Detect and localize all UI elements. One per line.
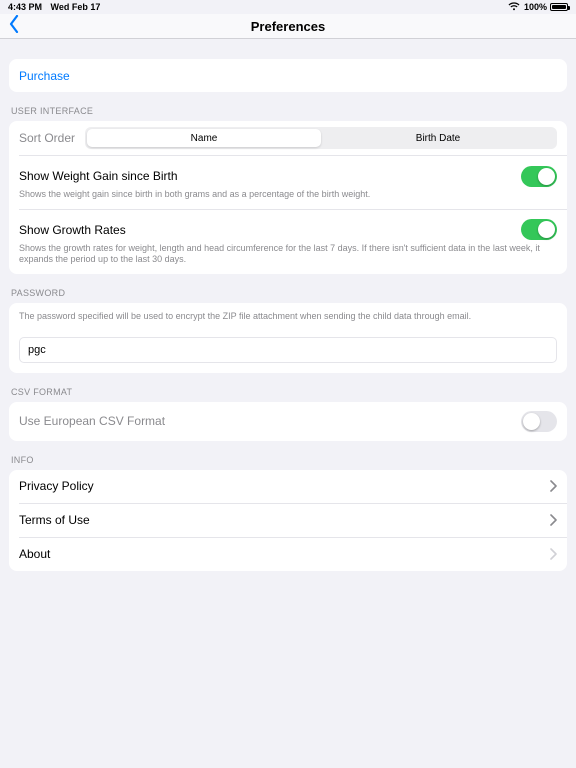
purchase-row[interactable]: Purchase [9, 59, 567, 92]
battery-icon [550, 3, 568, 11]
growth-rates-desc: Shows the growth rates for weight, lengt… [9, 243, 567, 274]
about-label: About [19, 547, 550, 561]
segment-name-label: Name [191, 133, 218, 144]
section-header-info: INFO [9, 441, 567, 470]
status-right: 100% [508, 2, 568, 13]
segment-birth-date[interactable]: Birth Date [321, 129, 555, 147]
terms-of-use-label: Terms of Use [19, 513, 550, 527]
chevron-right-icon [550, 514, 557, 526]
csv-row: Use European CSV Format [9, 402, 567, 441]
password-card: The password specified will be used to e… [9, 303, 567, 373]
chevron-right-icon [550, 548, 557, 560]
csv-card: Use European CSV Format [9, 402, 567, 441]
section-header-user-interface: USER INTERFACE [9, 92, 567, 121]
growth-rates-label: Show Growth Rates [19, 223, 521, 237]
chevron-right-icon [550, 480, 557, 492]
weight-gain-toggle[interactable] [521, 166, 557, 187]
sort-order-segmented[interactable]: Name Birth Date [85, 127, 557, 149]
sort-order-row: Sort Order Name Birth Date [9, 121, 567, 155]
about-row[interactable]: About [9, 538, 567, 571]
growth-rates-toggle[interactable] [521, 219, 557, 240]
weight-gain-desc: Shows the weight gain since birth in bot… [9, 189, 567, 209]
csv-toggle[interactable] [521, 411, 557, 432]
user-interface-card: Sort Order Name Birth Date Show Weight G… [9, 121, 567, 274]
section-header-password: PASSWORD [9, 274, 567, 303]
terms-of-use-row[interactable]: Terms of Use [9, 504, 567, 537]
privacy-policy-label: Privacy Policy [19, 479, 550, 493]
status-left: 4:43 PM Wed Feb 17 [8, 2, 106, 12]
segment-birth-label: Birth Date [416, 133, 460, 144]
sort-order-label: Sort Order [19, 131, 75, 145]
section-header-csv: CSV FORMAT [9, 373, 567, 402]
csv-label: Use European CSV Format [19, 414, 521, 428]
privacy-policy-row[interactable]: Privacy Policy [9, 470, 567, 503]
status-bar: 4:43 PM Wed Feb 17 100% [0, 0, 576, 14]
password-input[interactable] [19, 337, 557, 363]
password-desc: The password specified will be used to e… [9, 303, 567, 331]
growth-rates-row: Show Growth Rates [9, 210, 567, 243]
battery-percent: 100% [524, 2, 547, 12]
purchase-card: Purchase [9, 59, 567, 92]
wifi-icon [508, 2, 520, 13]
weight-gain-row: Show Weight Gain since Birth [9, 156, 567, 189]
back-button[interactable] [9, 15, 21, 37]
purchase-label: Purchase [19, 69, 70, 83]
weight-gain-label: Show Weight Gain since Birth [19, 169, 521, 183]
page-title: Preferences [251, 19, 325, 34]
info-card: Privacy Policy Terms of Use About [9, 470, 567, 571]
status-time: 4:43 PM [8, 2, 42, 12]
segment-name[interactable]: Name [87, 129, 321, 147]
status-date: Wed Feb 17 [51, 2, 101, 12]
nav-bar: Preferences [0, 14, 576, 39]
